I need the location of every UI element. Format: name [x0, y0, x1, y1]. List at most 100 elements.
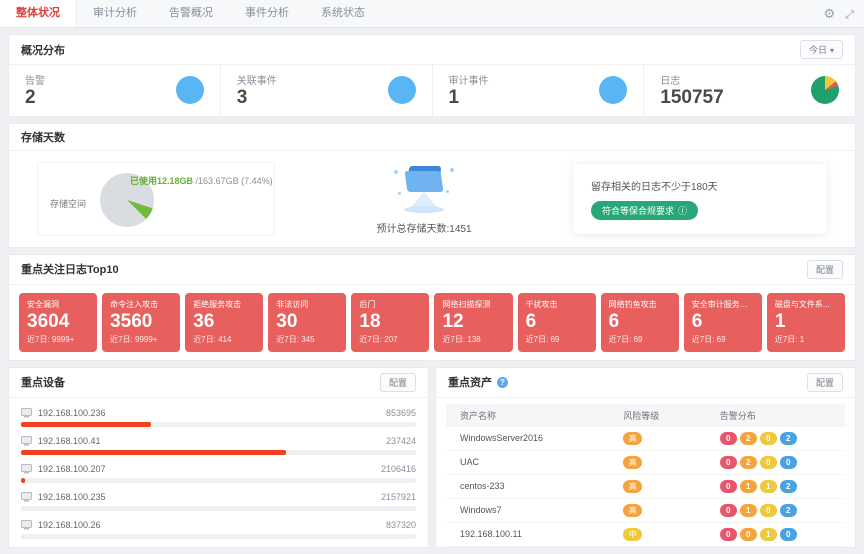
disk-used-text: 已使用12.18GB [130, 176, 193, 186]
asset-name: UAC [460, 457, 623, 467]
device-row[interactable]: 192.168.100.236 853695 [21, 402, 416, 430]
top-log-week-value: 1 [800, 335, 804, 344]
top-log-title: 后门 [359, 299, 421, 310]
stat-label: 审计事件 [449, 72, 489, 87]
device-row[interactable]: 192.168.100.207 2106416 [21, 458, 416, 486]
top-logs-section: 重点关注日志Top10 配置 安全漏洞 3604 近7日: 9999+ 命令注入… [8, 254, 856, 361]
nav-tab[interactable]: 事件分析 [229, 0, 305, 27]
top-log-title: 安全漏洞 [27, 299, 89, 310]
disk-total-text: /163.67GB (7.44%) [196, 176, 273, 186]
alert-count-badge: 2 [780, 480, 797, 493]
alert-count-badge: 1 [760, 480, 777, 493]
top-log-card[interactable]: 干扰攻击 6 近7日: 69 [518, 293, 596, 352]
alert-badges: 0200 [720, 456, 831, 469]
alert-badges: 0010 [720, 528, 831, 541]
nav-tab[interactable]: 告警概况 [153, 0, 229, 27]
top-log-card[interactable]: 网络钓鱼攻击 6 近7日: 69 [601, 293, 679, 352]
top-log-title: 安全审计服务攻击 [692, 299, 754, 310]
device-bar-track [21, 506, 416, 511]
top-log-period-label: 近7日: [359, 335, 382, 344]
devices-config-button[interactable]: 配置 [380, 373, 416, 392]
top-log-period-label: 近7日: [442, 335, 465, 344]
top-log-card[interactable]: 命令注入攻击 3560 近7日: 9999+ [102, 293, 180, 352]
nav-tab-label: 审计分析 [93, 7, 137, 19]
device-bar-fill [21, 478, 25, 483]
info-icon [678, 204, 687, 217]
top-log-week-value: 414 [218, 335, 231, 344]
device-row[interactable]: 192.168.100.26 837320 [21, 514, 416, 542]
device-bar-track [21, 450, 416, 455]
top-log-period-label: 近7日: [692, 335, 715, 344]
overview-stats: 告警 2 关联事件 3 审计事件 1 日志 150757 [9, 65, 855, 116]
assets-title: 重点资产 [448, 374, 492, 390]
top-log-title: 干扰攻击 [526, 299, 588, 310]
compliance-card: 留存相关的日志不少于180天 符合等保合规要求 [573, 164, 827, 234]
compliance-button-label: 符合等保合规要求 [602, 204, 674, 217]
device-bar-fill [21, 422, 151, 427]
stat-value: 1 [449, 88, 489, 109]
overview-title: 概况分布 [21, 42, 65, 58]
alert-count-badge: 2 [740, 432, 757, 445]
alert-badges: 0202 [720, 432, 831, 445]
device-bar-track [21, 478, 416, 483]
top-log-week-value: 69 [550, 335, 559, 344]
alert-badges: 0102 [720, 504, 831, 517]
top-log-period-label: 近7日: [526, 335, 549, 344]
top-log-period-label: 近7日: [609, 335, 632, 344]
nav-tab[interactable]: 整体状况 [0, 0, 77, 27]
asset-row[interactable]: 192.168.100.11 中 0010 [446, 523, 845, 547]
top-log-card[interactable]: 非法访问 30 近7日: 345 [268, 293, 346, 352]
asset-row[interactable]: UAC 高 0200 [446, 451, 845, 475]
alert-count-badge: 0 [780, 528, 797, 541]
monitor-icon [21, 464, 32, 474]
top-log-week-value: 345 [301, 335, 314, 344]
alert-count-badge: 1 [740, 504, 757, 517]
help-icon[interactable]: ? [497, 377, 508, 388]
date-range-dropdown[interactable]: 今日 [800, 40, 843, 59]
top-log-period-label: 近7日: [193, 335, 216, 344]
compliance-button[interactable]: 符合等保合规要求 [591, 201, 698, 220]
nav-tab[interactable]: 系统状态 [305, 0, 381, 27]
device-ip: 192.168.100.235 [38, 492, 106, 502]
fullscreen-icon[interactable] [845, 6, 854, 22]
device-bar-track [21, 422, 416, 427]
top-log-title: 非法访问 [276, 299, 338, 310]
device-list: 192.168.100.236 853695 192.168.100.41 23… [9, 398, 428, 542]
top-log-value: 12 [442, 310, 504, 334]
stat-circle-icon [388, 76, 416, 104]
top-log-week-value: 9999+ [52, 335, 74, 344]
risk-badge: 高 [623, 432, 642, 445]
asset-row[interactable]: WindowsServer2016 高 0202 [446, 427, 845, 451]
top-log-card[interactable]: 网络扫描探测 12 近7日: 138 [434, 293, 512, 352]
stat-label: 关联事件 [237, 72, 277, 87]
alert-count-badge: 2 [740, 456, 757, 469]
top-logs-config-button[interactable]: 配置 [807, 260, 843, 279]
nav-tab-label: 整体状况 [16, 7, 60, 19]
top-log-card[interactable]: 后门 18 近7日: 207 [351, 293, 429, 352]
top-log-title: 磁盘与文件系... [775, 299, 837, 310]
top-log-value: 6 [609, 310, 671, 334]
gear-icon[interactable] [824, 6, 836, 22]
asset-row[interactable]: centos-233 高 0112 [446, 475, 845, 499]
col-alert-distribution: 告警分布 [720, 409, 831, 422]
overview-stat: 日志 150757 [644, 65, 855, 116]
top-logs-title: 重点关注日志Top10 [21, 261, 119, 277]
asset-row[interactable]: Windows7 高 0102 [446, 499, 845, 523]
device-row[interactable]: 192.168.100.41 237424 [21, 430, 416, 458]
top-log-week-value: 207 [384, 335, 397, 344]
device-row[interactable]: 192.168.100.235 2157921 [21, 486, 416, 514]
top-log-value: 3560 [110, 310, 172, 334]
alert-count-badge: 0 [720, 456, 737, 469]
device-count: 837320 [386, 520, 416, 530]
col-asset-name: 资产名称 [460, 409, 623, 422]
nav-tab[interactable]: 审计分析 [77, 0, 153, 27]
stat-label: 日志 [660, 72, 723, 87]
assets-config-button[interactable]: 配置 [807, 373, 843, 392]
top-log-card[interactable]: 拒绝服务攻击 36 近7日: 414 [185, 293, 263, 352]
overview-stat: 关联事件 3 [221, 65, 433, 116]
top-log-card[interactable]: 磁盘与文件系... 1 近7日: 1 [767, 293, 845, 352]
alert-count-badge: 0 [780, 456, 797, 469]
top-log-card[interactable]: 安全审计服务攻击 6 近7日: 69 [684, 293, 762, 352]
disk-label: 存储空间 [50, 197, 86, 210]
top-log-card[interactable]: 安全漏洞 3604 近7日: 9999+ [19, 293, 97, 352]
